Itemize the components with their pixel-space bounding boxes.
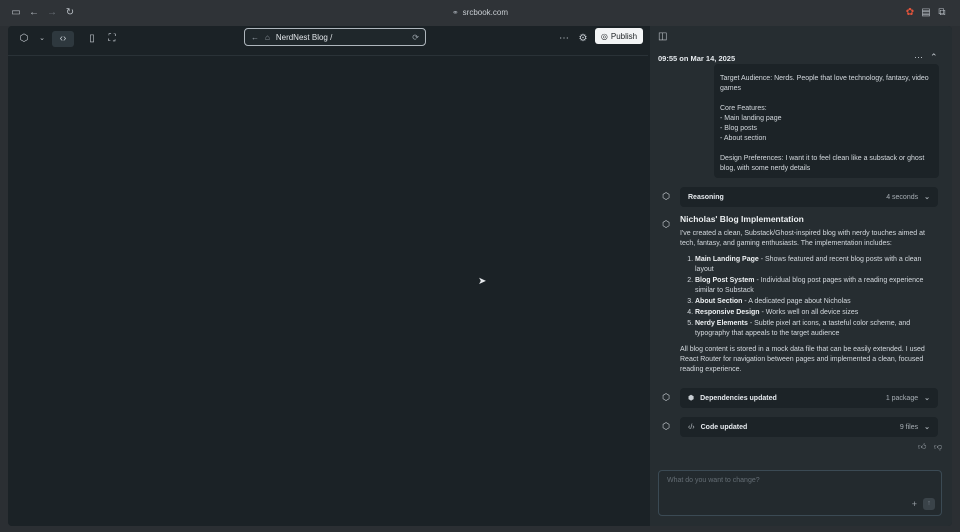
reply-title: Nicholas' Blog Implementation bbox=[680, 214, 804, 224]
browser-url-text: srcbook.com bbox=[462, 8, 509, 17]
reasoning-duration: 4 seconds bbox=[886, 193, 919, 201]
assistant-avatar-icon: ⬡ bbox=[662, 219, 670, 229]
list-item: Responsive Design - Works well on all de… bbox=[695, 308, 940, 318]
arrow-left-icon[interactable]: ← bbox=[251, 33, 259, 42]
code-updated-toggle[interactable]: ‹/› Code updated 9 files ⌄ bbox=[680, 417, 938, 437]
send-icon[interactable]: ↑ bbox=[923, 498, 935, 510]
reasoning-toggle[interactable]: Reasoning 4 seconds ⌄ bbox=[680, 187, 938, 207]
thumbs-down-icon[interactable]: 👎︎ bbox=[934, 442, 942, 452]
user-message: Target Audience: Nerds. People that love… bbox=[714, 64, 939, 178]
settings-icon[interactable]: ⚙ bbox=[575, 31, 591, 47]
refresh-icon[interactable]: ⟳ bbox=[412, 33, 419, 42]
reasoning-label: Reasoning bbox=[688, 193, 724, 201]
extension-icon[interactable]: ✿ bbox=[904, 7, 916, 19]
assistant-reply: Nicholas' Blog Implementation I've creat… bbox=[680, 214, 940, 375]
mouse-cursor-icon: ➤ bbox=[478, 276, 487, 287]
preview-toolbar: ⬡ ⌄ ‹› ▯ ⛶ ← ⌂ NerdNest Blog / ⟳ ⋯ ⚙ ◎ P… bbox=[8, 26, 648, 56]
code-file-count: 9 files bbox=[899, 423, 919, 431]
dependencies-label: Dependencies updated bbox=[700, 394, 777, 402]
chevron-down-icon[interactable]: ⌄ bbox=[34, 31, 50, 47]
publish-button[interactable]: ◎ Publish bbox=[595, 28, 643, 44]
list-item: Nerdy Elements - Subtle pixel art icons,… bbox=[695, 319, 940, 339]
dependencies-count: 1 package bbox=[885, 394, 919, 402]
more-options-icon[interactable]: ⋯ bbox=[914, 52, 923, 63]
dependencies-toggle[interactable]: ⬢ Dependencies updated 1 package ⌄ bbox=[680, 388, 938, 408]
panel-toggle-icon[interactable]: ◫ bbox=[658, 31, 667, 42]
user-message-text: Target Audience: Nerds. People that love… bbox=[720, 75, 929, 172]
preview-address-bar[interactable]: ← ⌂ NerdNest Blog / ⟳ bbox=[244, 28, 426, 46]
browser-url[interactable]: ⚭ srcbook.com bbox=[0, 8, 960, 17]
more-options-icon[interactable]: ⋯ bbox=[556, 31, 572, 47]
reply-outro: All blog content is stored in a mock dat… bbox=[680, 346, 925, 373]
list-item: Blog Post System - Individual blog post … bbox=[695, 276, 940, 296]
preview-pane: ⬡ ⌄ ‹› ▯ ⛶ ← ⌂ NerdNest Blog / ⟳ ⋯ ⚙ ◎ P… bbox=[8, 26, 648, 526]
tabs-icon[interactable]: ⧉ bbox=[936, 7, 948, 19]
app-window: ⬡ ⌄ ‹› ▯ ⛶ ← ⌂ NerdNest Blog / ⟳ ⋯ ⚙ ◎ P… bbox=[8, 26, 952, 526]
chevron-down-icon: ⌄ bbox=[924, 424, 930, 431]
link-icon: ⚭ bbox=[451, 8, 459, 17]
chevron-down-icon: ⌄ bbox=[924, 194, 930, 201]
chat-timestamp: 09:55 on Mar 14, 2025 bbox=[658, 54, 736, 63]
reply-list: Main Landing Page - Shows featured and r… bbox=[695, 255, 940, 339]
chevron-down-icon: ⌄ bbox=[924, 395, 930, 402]
chevron-up-icon[interactable]: ⌃ bbox=[930, 52, 938, 63]
home-icon[interactable]: ⌂ bbox=[265, 33, 270, 42]
hexagon-logo-icon[interactable]: ⬡ bbox=[16, 31, 32, 47]
code-icon: ‹/› bbox=[688, 423, 695, 431]
assistant-avatar-icon: ⬡ bbox=[662, 191, 670, 201]
chat-pane: ◫ 09:55 on Mar 14, 2025 ⋯ ⌃ Target Audie… bbox=[650, 26, 952, 526]
assistant-avatar-icon: ⬡ bbox=[662, 392, 670, 402]
reader-icon[interactable]: ▤ bbox=[920, 7, 932, 19]
publish-label: Publish bbox=[610, 31, 638, 41]
fullscreen-icon[interactable]: ⛶ bbox=[104, 31, 120, 47]
code-label: Code updated bbox=[700, 423, 748, 431]
mobile-icon[interactable]: ▯ bbox=[84, 31, 100, 47]
assistant-avatar-icon: ⬡ bbox=[662, 421, 670, 431]
list-item: About Section - A dedicated page about N… bbox=[695, 297, 940, 307]
code-view-icon[interactable]: ‹› bbox=[52, 31, 74, 47]
chat-input-placeholder: What do you want to change? bbox=[667, 477, 760, 484]
thumbs-up-icon[interactable]: 👍︎ bbox=[918, 442, 926, 452]
globe-icon: ◎ bbox=[600, 31, 608, 41]
chat-input[interactable]: What do you want to change? + ↑ bbox=[658, 470, 942, 516]
list-item: Main Landing Page - Shows featured and r… bbox=[695, 255, 940, 275]
package-icon: ⬢ bbox=[688, 395, 695, 402]
browser-toolbar: ▭ ← → ↻ ⚭ srcbook.com ✿ ▤ ⧉ bbox=[0, 0, 960, 26]
add-attachment-icon[interactable]: + bbox=[912, 499, 917, 509]
address-text: NerdNest Blog / bbox=[275, 32, 333, 42]
reply-intro: I've created a clean, Substack/Ghost-ins… bbox=[680, 230, 925, 247]
